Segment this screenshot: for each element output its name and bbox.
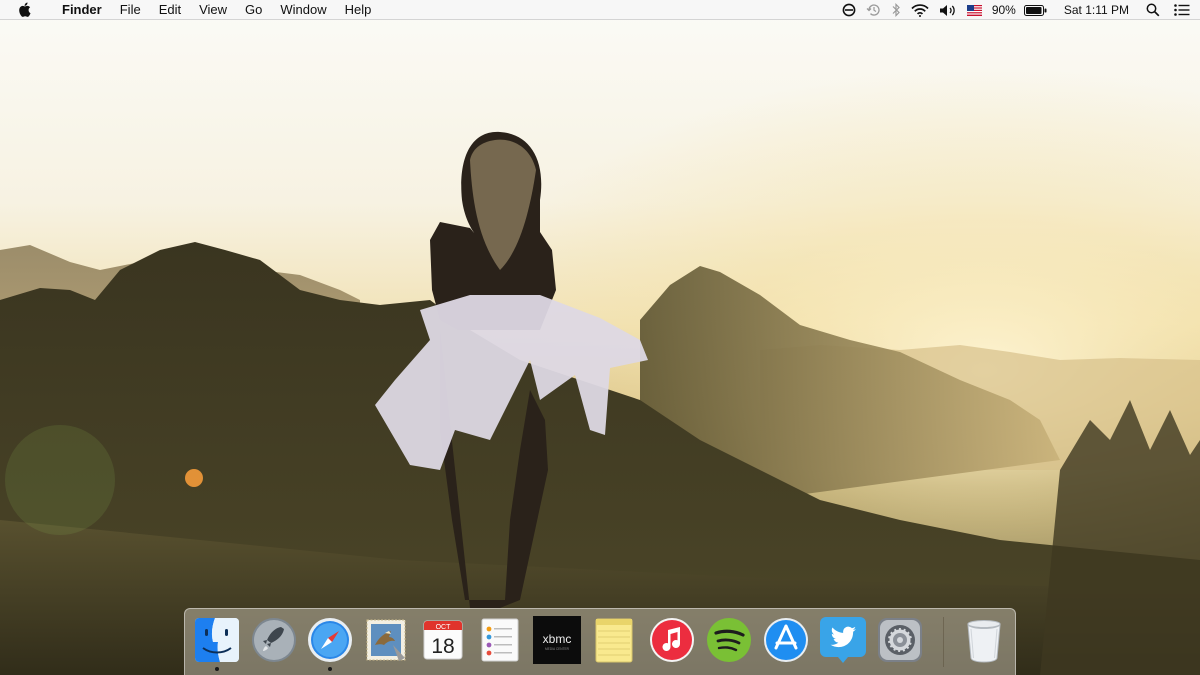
twitter-icon	[820, 617, 866, 663]
finder-icon	[195, 618, 239, 662]
dock-item-system-preferences[interactable]	[875, 615, 925, 665]
menu-help[interactable]: Help	[336, 0, 381, 20]
running-indicator	[328, 667, 332, 671]
reminders-icon	[481, 618, 519, 662]
dock-item-finder[interactable]	[192, 615, 242, 671]
calendar-month: OCT	[436, 624, 452, 631]
dock-separator	[943, 617, 944, 667]
dock-item-safari[interactable]	[305, 615, 355, 671]
spotlight-icon[interactable]	[1146, 0, 1160, 20]
running-indicator	[215, 667, 219, 671]
xbmc-sublabel: MEDIA CENTER	[545, 647, 570, 651]
notes-icon	[595, 618, 633, 663]
spotify-icon	[707, 618, 751, 662]
battery-icon[interactable]	[1023, 0, 1047, 20]
dock-item-calendar[interactable]: OCT 18	[418, 615, 468, 665]
menu-bar: Finder File Edit View Go Window Help 90%…	[0, 0, 1200, 20]
desktop[interactable]: Finder File Edit View Go Window Help 90%…	[0, 0, 1200, 675]
menu-file[interactable]: File	[111, 0, 150, 20]
menu-go[interactable]: Go	[236, 0, 271, 20]
dock-item-itunes[interactable]	[647, 615, 697, 665]
safari-icon	[308, 618, 352, 662]
dock-item-twitter[interactable]	[818, 615, 868, 665]
itunes-icon	[650, 618, 694, 662]
dock-item-spotify[interactable]	[704, 615, 754, 665]
notification-center-icon[interactable]	[1174, 0, 1190, 20]
dock-item-launchpad[interactable]	[249, 615, 299, 665]
menu-edit[interactable]: Edit	[150, 0, 190, 20]
system-preferences-icon	[878, 618, 922, 662]
dock-item-app-store[interactable]	[761, 615, 811, 665]
mail-icon	[366, 619, 406, 661]
dock-item-mail[interactable]	[361, 615, 411, 665]
desktop-wallpaper	[0, 0, 1200, 675]
apple-menu-icon[interactable]	[16, 2, 32, 18]
xbmc-icon: xbmc MEDIA CENTER	[533, 616, 581, 664]
app-store-icon	[764, 618, 808, 662]
trash-icon	[967, 620, 1001, 663]
dock: OCT 18 xbmc MEDIA CENTER	[184, 608, 1016, 675]
bluetooth-icon[interactable]	[891, 0, 901, 20]
calendar-day: 18	[431, 635, 454, 658]
calendar-icon: OCT 18	[423, 620, 463, 660]
dock-item-xbmc[interactable]: xbmc MEDIA CENTER	[532, 615, 582, 665]
menu-app-finder[interactable]: Finder	[48, 0, 111, 20]
launchpad-icon	[252, 618, 296, 662]
volume-icon[interactable]	[939, 0, 957, 20]
wifi-icon[interactable]	[911, 0, 929, 20]
do-not-disturb-icon[interactable]	[842, 0, 856, 20]
xbmc-label: xbmc	[543, 632, 572, 646]
time-machine-icon[interactable]	[866, 0, 881, 20]
battery-percentage[interactable]: 90%	[992, 0, 1016, 20]
dock-item-trash[interactable]	[959, 615, 1009, 665]
menu-view[interactable]: View	[190, 0, 236, 20]
dock-item-notes[interactable]	[589, 615, 639, 665]
dock-item-reminders[interactable]	[475, 615, 525, 665]
menu-window[interactable]: Window	[271, 0, 335, 20]
us-flag-icon[interactable]	[966, 0, 982, 20]
menu-clock[interactable]: Sat 1:11 PM	[1064, 0, 1129, 20]
